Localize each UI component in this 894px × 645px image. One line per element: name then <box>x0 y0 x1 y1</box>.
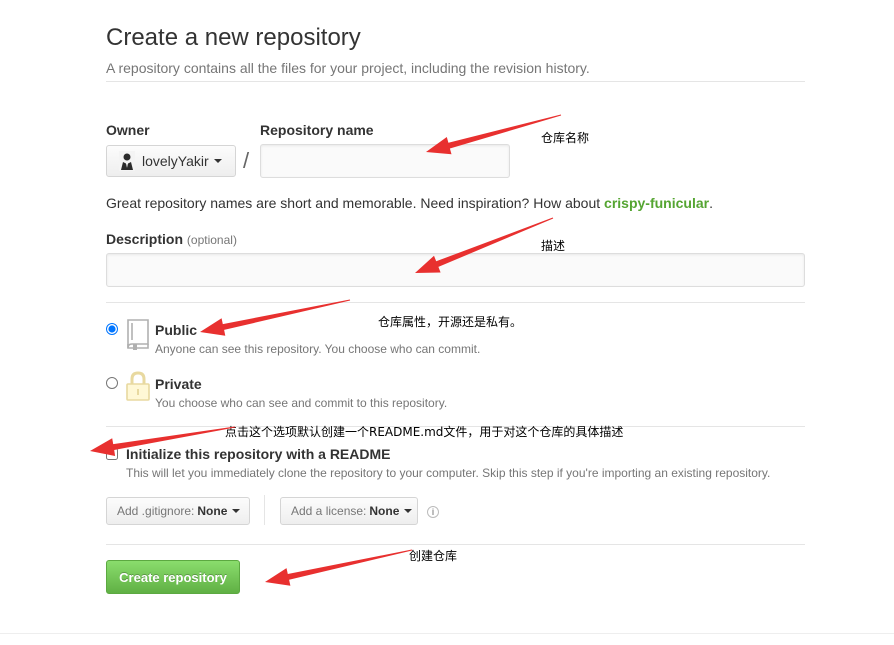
description-label: Description (optional) <box>106 231 237 247</box>
annotation-create: 创建仓库 <box>409 549 458 563</box>
description-input[interactable] <box>106 253 805 287</box>
annotation-description: 描述 <box>541 239 566 253</box>
public-radio[interactable] <box>106 323 118 335</box>
init-readme-title[interactable]: Initialize this repository with a README <box>126 446 390 462</box>
public-desc: Anyone can see this repository. You choo… <box>155 342 481 356</box>
user-avatar-icon <box>119 151 135 171</box>
description-label-text: Description <box>106 231 184 247</box>
repo-name-hint: Great repository names are short and mem… <box>106 195 713 211</box>
chevron-down-icon <box>213 159 222 163</box>
arrow-create <box>265 549 413 586</box>
annotation-readme: 点击这个选项默认创建一个README.md文件，用于对这个仓库的具体描述 <box>225 425 624 439</box>
license-label: Add a license: <box>291 504 367 518</box>
page-title: Create a new repository <box>106 24 361 51</box>
submit-divider-top <box>106 544 805 545</box>
license-value: None <box>369 504 400 518</box>
repo-book-icon <box>125 318 151 350</box>
page-subtitle: A repository contains all the files for … <box>106 60 590 76</box>
private-desc: You choose who can see and commit to thi… <box>155 396 448 410</box>
name-suggestion-link[interactable]: crispy-funicular <box>604 195 709 211</box>
public-title: Public <box>155 322 198 338</box>
init-readme-desc: This will let you immediately clone the … <box>126 466 771 480</box>
owner-name: lovelyYakir <box>142 153 209 169</box>
private-radio[interactable] <box>106 377 118 389</box>
chevron-down-icon <box>404 509 413 513</box>
lock-icon <box>125 370 151 402</box>
footer-divider <box>0 633 894 634</box>
chevron-down-icon <box>232 509 241 513</box>
repo-name-input[interactable] <box>260 144 510 178</box>
dropdown-separator <box>264 495 265 525</box>
arrow-visibility <box>200 299 351 336</box>
init-readme-checkbox[interactable] <box>106 448 118 460</box>
gitignore-value: None <box>197 504 228 518</box>
annotation-visibility: 仓库属性，开源还是私有。 <box>378 315 523 329</box>
hint-text: Great repository names are short and mem… <box>106 195 605 211</box>
gitignore-dropdown[interactable]: Add .gitignore: None <box>106 497 250 525</box>
private-title: Private <box>155 376 202 392</box>
owner-repo-separator: / <box>243 148 250 173</box>
owner-label: Owner <box>106 122 150 138</box>
owner-dropdown[interactable]: lovelyYakir <box>106 145 236 177</box>
gitignore-label: Add .gitignore: <box>117 504 195 518</box>
hint-suffix: . <box>709 195 713 211</box>
optional-tag: (optional) <box>186 233 237 247</box>
visibility-divider-top <box>106 302 805 303</box>
repo-name-label: Repository name <box>260 122 374 138</box>
create-repository-button[interactable]: Create repository <box>106 560 240 594</box>
license-dropdown[interactable]: Add a license: None <box>280 497 418 525</box>
annotation-repo-name: 仓库名称 <box>541 131 590 145</box>
info-icon[interactable]: i <box>427 506 439 518</box>
header-divider <box>106 81 805 82</box>
